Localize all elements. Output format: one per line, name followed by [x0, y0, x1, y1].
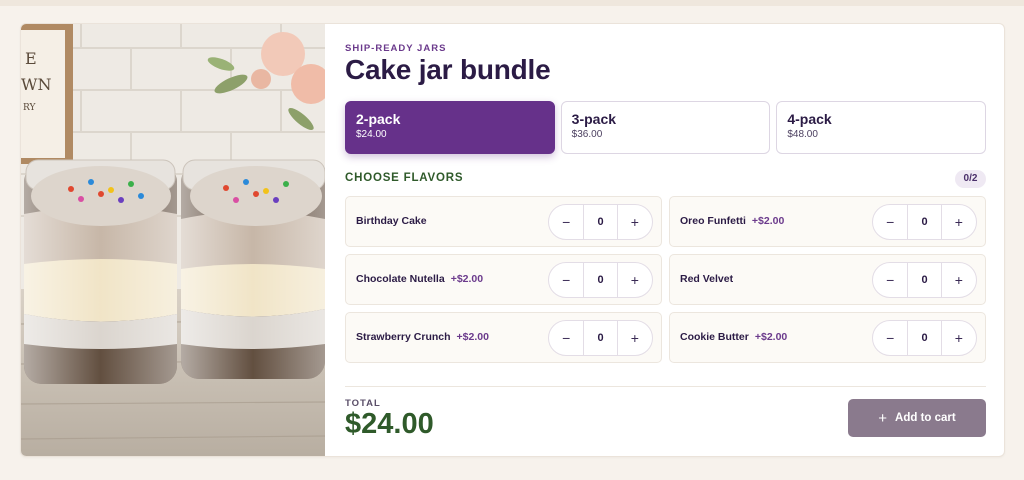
quantity-stepper: − 0 + — [548, 320, 653, 356]
flavor-grid: Birthday Cake − 0 + Oreo Funfetti +$2.00 … — [345, 196, 986, 363]
increment-button[interactable]: + — [942, 263, 976, 297]
add-to-cart-label: Add to cart — [895, 412, 956, 424]
flavor-item: Birthday Cake − 0 + — [345, 196, 662, 247]
flavors-count-badge: 0/2 — [955, 170, 986, 188]
pack-label: 4-pack — [787, 111, 832, 127]
decrement-button[interactable]: − — [549, 321, 583, 355]
plus-icon: + — [878, 409, 888, 427]
quantity-stepper: − 0 + — [548, 204, 653, 240]
flavor-name: Oreo Funfetti +$2.00 — [680, 215, 785, 227]
increment-button[interactable]: + — [618, 205, 652, 239]
quantity-value[interactable]: 0 — [583, 321, 618, 355]
flavor-upcharge: +$2.00 — [751, 215, 785, 227]
increment-button[interactable]: + — [618, 321, 652, 355]
flavor-upcharge: +$2.00 — [456, 331, 489, 343]
product-card: E WN RY SHIP-READY JARS Cake jar bundle … — [20, 23, 1005, 457]
pack-option-4[interactable]: 4-pack $48.00 — [776, 101, 987, 154]
svg-text:E: E — [25, 49, 37, 68]
svg-text:WN: WN — [21, 75, 51, 94]
add-to-cart-button[interactable]: + Add to cart — [848, 399, 986, 437]
flavor-name: Chocolate Nutella +$2.00 — [356, 273, 484, 285]
product-photo: E WN RY — [21, 24, 325, 456]
product-eyebrow: SHIP-READY JARS — [345, 43, 447, 54]
product-panel: SHIP-READY JARS Cake jar bundle 2-pack $… — [345, 24, 1004, 456]
pack-selector: 2-pack $24.00 3-pack $36.00 4-pack $48.0… — [345, 101, 987, 154]
quantity-value[interactable]: 0 — [907, 263, 942, 297]
pack-option-3[interactable]: 3-pack $36.00 — [560, 101, 771, 154]
pack-label: 3-pack — [571, 111, 617, 127]
flavor-name: Cookie Butter +$2.00 — [680, 331, 788, 343]
quantity-stepper: − 0 + — [548, 262, 653, 298]
increment-button[interactable]: + — [942, 321, 976, 355]
pack-price: $36.00 — [571, 129, 603, 140]
pack-label: 2-pack — [356, 111, 401, 127]
decrement-button[interactable]: − — [549, 205, 583, 239]
increment-button[interactable]: + — [618, 263, 652, 297]
pack-price: $24.00 — [356, 129, 387, 140]
decrement-button[interactable]: − — [873, 205, 907, 239]
pack-option-2[interactable]: 2-pack $24.00 — [345, 101, 555, 154]
quantity-stepper: − 0 + — [872, 262, 977, 298]
summary-divider — [345, 386, 986, 387]
top-border — [0, 0, 1024, 6]
decrement-button[interactable]: − — [549, 263, 583, 297]
quantity-value[interactable]: 0 — [907, 205, 942, 239]
decrement-button[interactable]: − — [873, 321, 907, 355]
svg-text:RY: RY — [23, 103, 36, 113]
quantity-value[interactable]: 0 — [907, 321, 942, 355]
flavors-heading: CHOOSE FLAVORS — [345, 172, 464, 184]
flavor-item: Strawberry Crunch +$2.00 − 0 + — [345, 312, 662, 363]
total-value: $24.00 — [345, 408, 434, 440]
flavor-item: Oreo Funfetti +$2.00 − 0 + — [669, 196, 986, 247]
flavor-name: Strawberry Crunch +$2.00 — [356, 331, 489, 343]
quantity-value[interactable]: 0 — [583, 263, 618, 297]
quantity-stepper: − 0 + — [872, 320, 977, 356]
product-title: Cake jar bundle — [345, 54, 551, 85]
quantity-stepper: − 0 + — [872, 204, 977, 240]
increment-button[interactable]: + — [942, 205, 976, 239]
flavor-item: Chocolate Nutella +$2.00 − 0 + — [345, 254, 662, 305]
flavor-upcharge: +$2.00 — [450, 273, 484, 285]
flavor-item: Red Velvet − 0 + — [669, 254, 986, 305]
quantity-value[interactable]: 0 — [583, 205, 618, 239]
flavor-name: Birthday Cake — [356, 215, 427, 227]
decrement-button[interactable]: − — [873, 263, 907, 297]
pack-price: $48.00 — [787, 129, 818, 140]
flavor-item: Cookie Butter +$2.00 − 0 + — [669, 312, 986, 363]
flavor-name: Red Velvet — [680, 273, 734, 285]
flavor-upcharge: +$2.00 — [754, 331, 788, 343]
